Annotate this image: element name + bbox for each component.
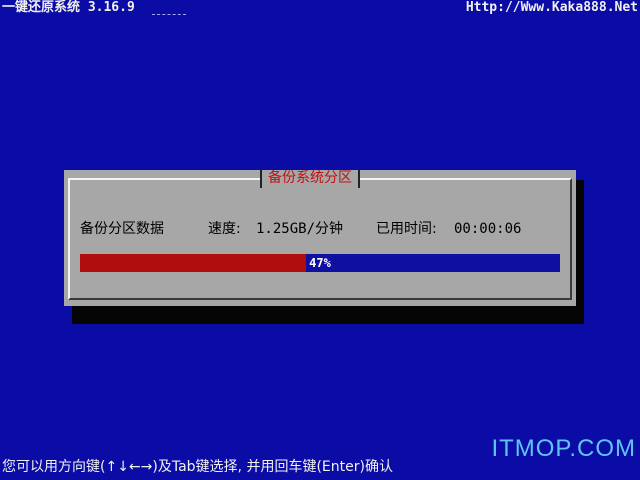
speed-value: 1.25GB/分钟 (256, 221, 344, 237)
navigation-hint: 您可以用方向键(↑↓←→)及Tab键选择, 并用回车键(Enter)确认 (2, 459, 393, 475)
speed-label: 速度: (208, 221, 241, 237)
app-title: 一键还原系统 3.16.9 (2, 0, 135, 15)
elapsed-time-value: 00:00:06 (454, 221, 522, 237)
dialog-title: 备份系统分区 (260, 170, 360, 188)
task-label: 备份分区数据 (80, 221, 164, 237)
progress-percent-text: 47% (309, 256, 331, 270)
progress-bar: 47% (80, 254, 560, 272)
title-underline (152, 14, 186, 16)
top-status-bar: 一键还原系统 3.16.9 Http://Www.Kaka888.Net (0, 0, 640, 18)
site-watermark: ITMOP.COM (491, 435, 636, 462)
progress-info-row: 备份分区数据 速度: 1.25GB/分钟 已用时间: 00:00:06 (80, 220, 560, 240)
backup-dialog: 备份系统分区 备份分区数据 速度: 1.25GB/分钟 已用时间: 00:00:… (64, 170, 576, 306)
footer-hint-bar: 您可以用方向键(↑↓←→)及Tab键选择, 并用回车键(Enter)确认 ITM… (0, 436, 640, 480)
website-url: Http://Www.Kaka888.Net (465, 0, 638, 15)
elapsed-time-label: 已用时间: (376, 221, 437, 237)
